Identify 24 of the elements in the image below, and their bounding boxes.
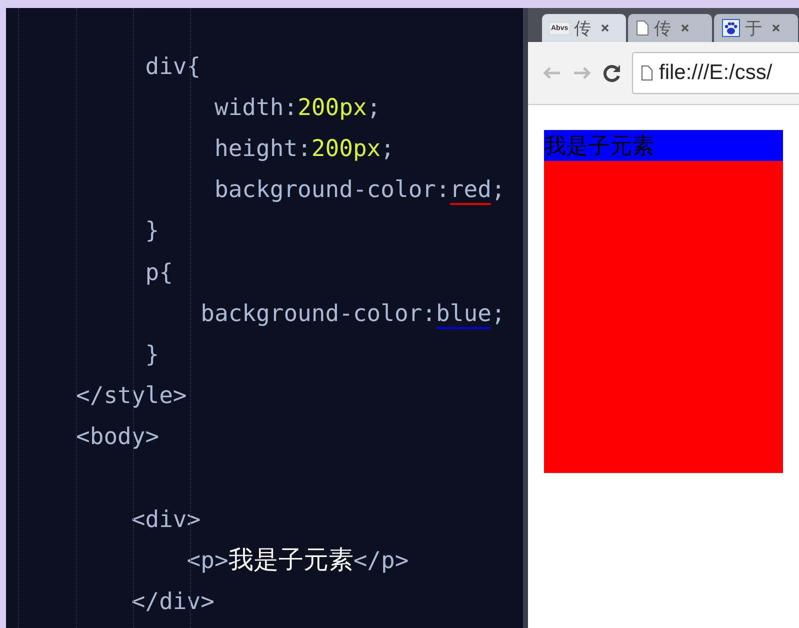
- browser-tab[interactable]: 传: [628, 14, 712, 42]
- page-icon: [636, 20, 649, 36]
- close-icon[interactable]: [600, 23, 610, 33]
- page-icon: [641, 65, 653, 81]
- code-line: </style>: [76, 382, 187, 412]
- paragraph: 我是子元素: [544, 130, 783, 161]
- close-icon[interactable]: [680, 23, 690, 33]
- code-line: width:200px;: [213, 94, 381, 123]
- code-line: background-color:blue;: [200, 300, 506, 329]
- code-line: background-color:red;: [213, 176, 506, 206]
- code-line: </div>: [130, 588, 214, 618]
- code-line: <p>我是子元素</p>: [186, 546, 409, 576]
- code-line: height:200px;: [213, 134, 395, 164]
- code-line: div{: [144, 52, 201, 82]
- code-line: }: [144, 340, 160, 370]
- code-line: <body>: [76, 423, 160, 452]
- reload-icon[interactable]: [602, 63, 622, 83]
- browser-tab[interactable]: 于: [714, 14, 798, 42]
- code-line: <div>: [130, 506, 201, 535]
- code-line: p{: [144, 258, 173, 288]
- paw-icon: [722, 19, 740, 37]
- close-icon[interactable]: [771, 23, 781, 33]
- address-bar[interactable]: file:///E:/css/: [632, 52, 799, 94]
- code-line: }: [144, 217, 160, 246]
